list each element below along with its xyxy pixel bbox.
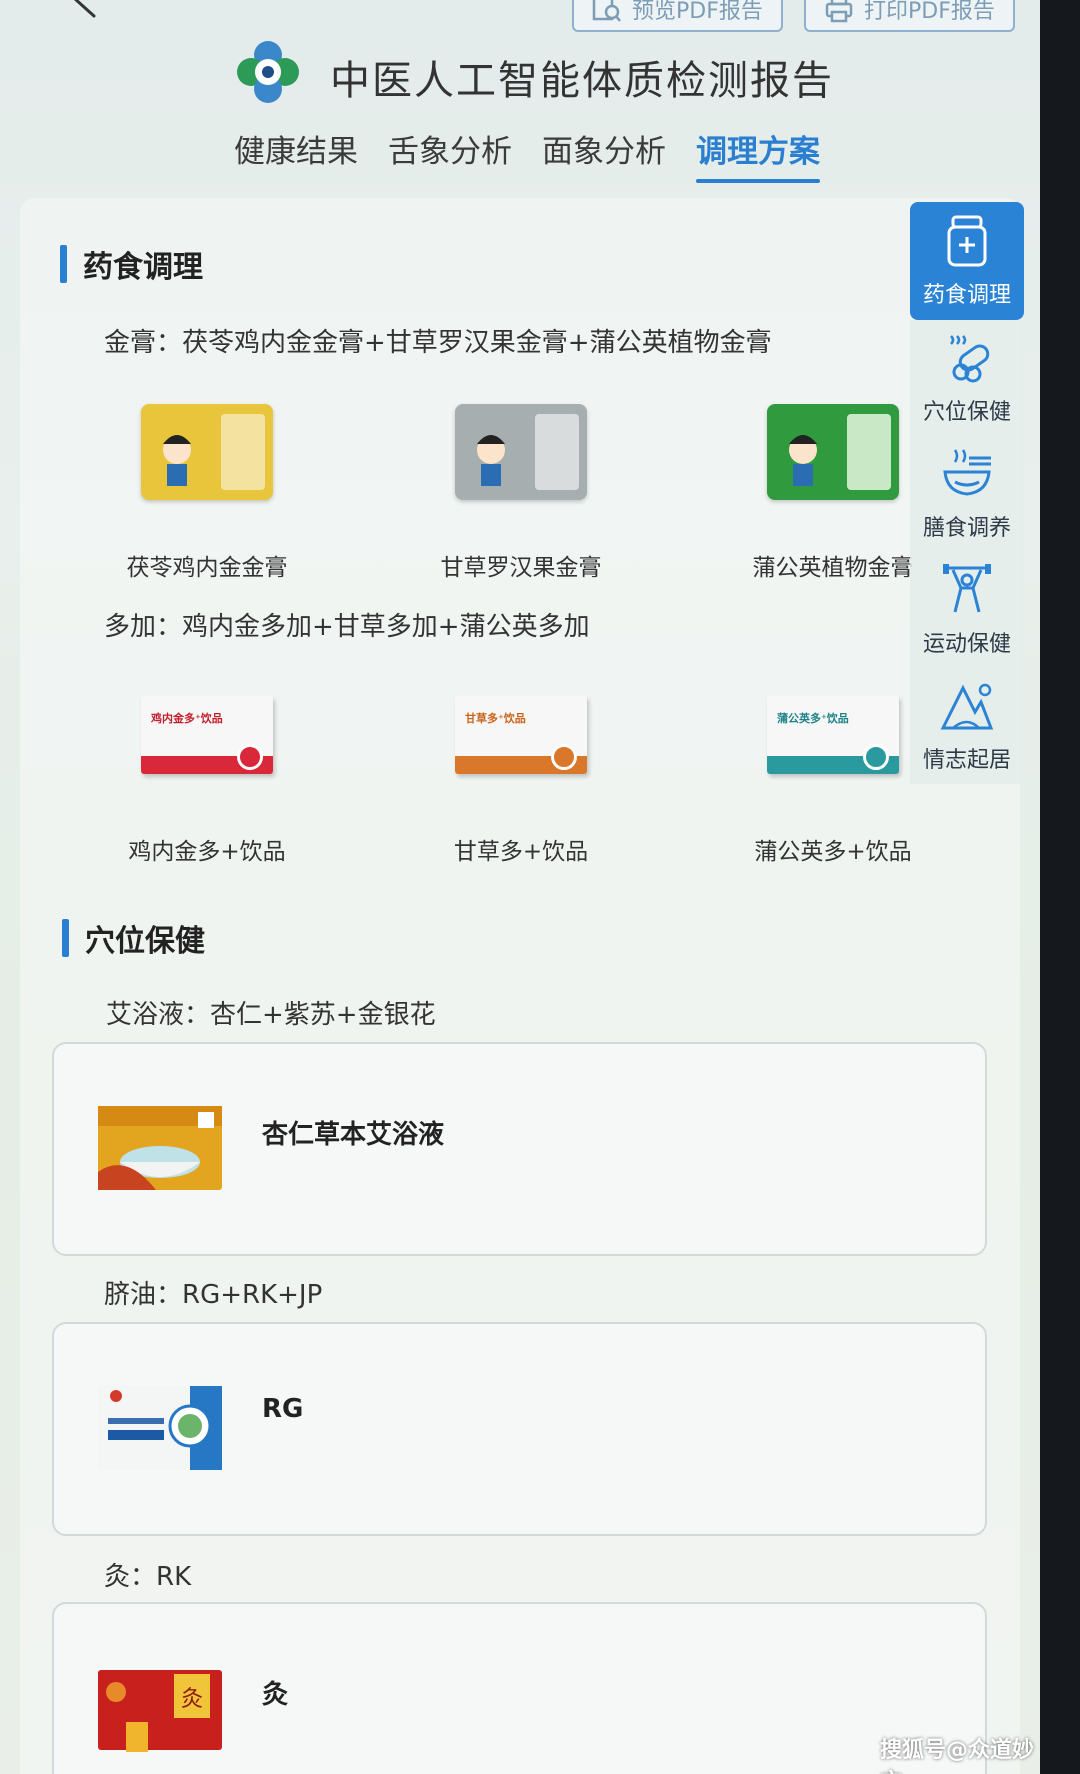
- svg-text:灸: 灸: [181, 1687, 203, 1712]
- drink-1-box-text: 鸡内金多⁺饮品: [151, 712, 223, 725]
- product-paste-2[interactable]: 甘草罗汉果金膏: [396, 404, 646, 582]
- report-tabs: 健康结果 舌象分析 面象分析 调理方案: [234, 126, 820, 183]
- drink-1-image: 鸡内金多⁺饮品: [141, 696, 273, 774]
- navel-formula-line: 脐油：RG+RK+JP: [104, 1280, 323, 1310]
- section-marker: [62, 919, 69, 957]
- navel-oil-card[interactable]: RG: [52, 1322, 987, 1536]
- print-pdf-label: 打印PDF报告: [864, 0, 995, 24]
- drink-formula-line: 多加：鸡内金多加+甘草多加+蒲公英多加: [104, 612, 590, 642]
- side-nav-diet[interactable]: 药食调理: [910, 202, 1024, 320]
- paste-3-image: [767, 404, 899, 500]
- drink-2-seal-icon: [551, 744, 577, 770]
- bowl-icon: [943, 449, 991, 496]
- mountain-icon: [940, 683, 994, 730]
- back-arrow-icon[interactable]: [70, 0, 100, 24]
- drink-3-caption: 蒲公英多+饮品: [754, 839, 912, 865]
- side-nav-exercise-label: 运动保健: [922, 632, 1011, 657]
- device-bezel: [1040, 0, 1080, 1774]
- preview-pdf-button[interactable]: 预览PDF报告: [572, 0, 783, 32]
- medicine-bottle-icon: [947, 215, 987, 267]
- section-title-acupoint: 穴位保健: [62, 916, 205, 960]
- moxa-formula-line: 灸：RK: [104, 1562, 192, 1592]
- preview-doc-icon: [592, 0, 621, 22]
- section-diet-label: 药食调理: [83, 250, 203, 285]
- side-nav-acupoint-label: 穴位保健: [922, 400, 1011, 425]
- product-drink-1[interactable]: 鸡内金多⁺饮品 鸡内金多+饮品: [82, 696, 332, 866]
- drink-2-image: 甘草多⁺饮品: [455, 696, 587, 774]
- paste-2-image: [455, 404, 587, 500]
- paste-3-figure-icon: [789, 414, 891, 490]
- section-marker: [60, 245, 67, 283]
- paste-formula-line: 金膏：茯苓鸡内金金膏+甘草罗汉果金膏+蒲公英植物金膏: [104, 328, 772, 358]
- drink-1-caption: 鸡内金多+饮品: [128, 839, 286, 865]
- printer-icon: [825, 0, 853, 23]
- product-paste-1[interactable]: 茯苓鸡内金金膏: [82, 404, 332, 582]
- bath-product-image: [98, 1106, 222, 1190]
- bath-product-card[interactable]: 杏仁草本艾浴液: [52, 1042, 987, 1256]
- tab-health-result[interactable]: 健康结果: [234, 126, 358, 181]
- moxa-icon: [950, 335, 990, 383]
- dumbbell-icon: [943, 564, 991, 613]
- bath-formula-line: 艾浴液：杏仁+紫苏+金银花: [106, 1000, 436, 1030]
- side-nav-lifestyle-label: 情志起居: [922, 748, 1011, 773]
- report-header: 中医人工智能体质检测报告: [0, 34, 1040, 114]
- moxa-card[interactable]: 灸 灸: [52, 1602, 987, 1774]
- side-nav: 药食调理 穴位保健 膳食调养 运动保健 情志起居: [910, 202, 1024, 784]
- app-screen: 预览PDF报告 打印PDF报告 中医人工智能体质检测报告 健康结果 舌象分析 面…: [0, 0, 1040, 1774]
- side-nav-meal-label: 膳食调养: [922, 516, 1011, 541]
- tab-tongue-analysis[interactable]: 舌象分析: [388, 126, 512, 181]
- watermark: 搜狐号@众道妙方: [880, 1738, 1035, 1774]
- section-title-diet: 药食调理: [60, 242, 203, 286]
- preview-pdf-label: 预览PDF报告: [632, 0, 763, 24]
- drink-2-caption: 甘草多+饮品: [453, 839, 589, 865]
- side-nav-meal[interactable]: 膳食调养: [910, 436, 1024, 552]
- navel-oil-product-image: [98, 1386, 222, 1470]
- drink-2-box-text: 甘草多⁺饮品: [465, 712, 526, 725]
- bath-product-name: 杏仁草本艾浴液: [262, 1120, 445, 1150]
- paste-1-image: [141, 404, 273, 500]
- side-nav-diet-label: 药食调理: [922, 283, 1011, 308]
- paste-1-caption: 茯苓鸡内金金膏: [126, 555, 288, 581]
- side-nav-exercise[interactable]: 运动保健: [910, 552, 1024, 668]
- tab-conditioning-plan[interactable]: 调理方案: [696, 126, 820, 183]
- section-acupoint-label: 穴位保健: [85, 924, 205, 959]
- side-nav-lifestyle[interactable]: 情志起居: [910, 668, 1024, 784]
- page-title: 中医人工智能体质检测报告: [330, 58, 834, 104]
- side-nav-acupoint[interactable]: 穴位保健: [910, 320, 1024, 436]
- drink-1-seal-icon: [237, 744, 263, 770]
- drink-3-seal-icon: [863, 744, 889, 770]
- navel-oil-name: RG: [262, 1394, 304, 1424]
- drink-3-image: 蒲公英多⁺饮品: [767, 696, 899, 774]
- print-pdf-button[interactable]: 打印PDF报告: [804, 0, 1015, 32]
- product-drink-2[interactable]: 甘草多⁺饮品 甘草多+饮品: [396, 696, 646, 866]
- paste-1-figure-icon: [163, 414, 265, 490]
- clinic-logo-icon: [237, 41, 299, 103]
- paste-2-figure-icon: [477, 414, 579, 490]
- moxa-product-image: 灸: [98, 1670, 222, 1752]
- tab-face-analysis[interactable]: 面象分析: [542, 126, 666, 181]
- moxa-name: 灸: [262, 1680, 289, 1710]
- drink-3-box-text: 蒲公英多⁺饮品: [777, 712, 849, 725]
- paste-2-caption: 甘草罗汉果金膏: [440, 555, 602, 581]
